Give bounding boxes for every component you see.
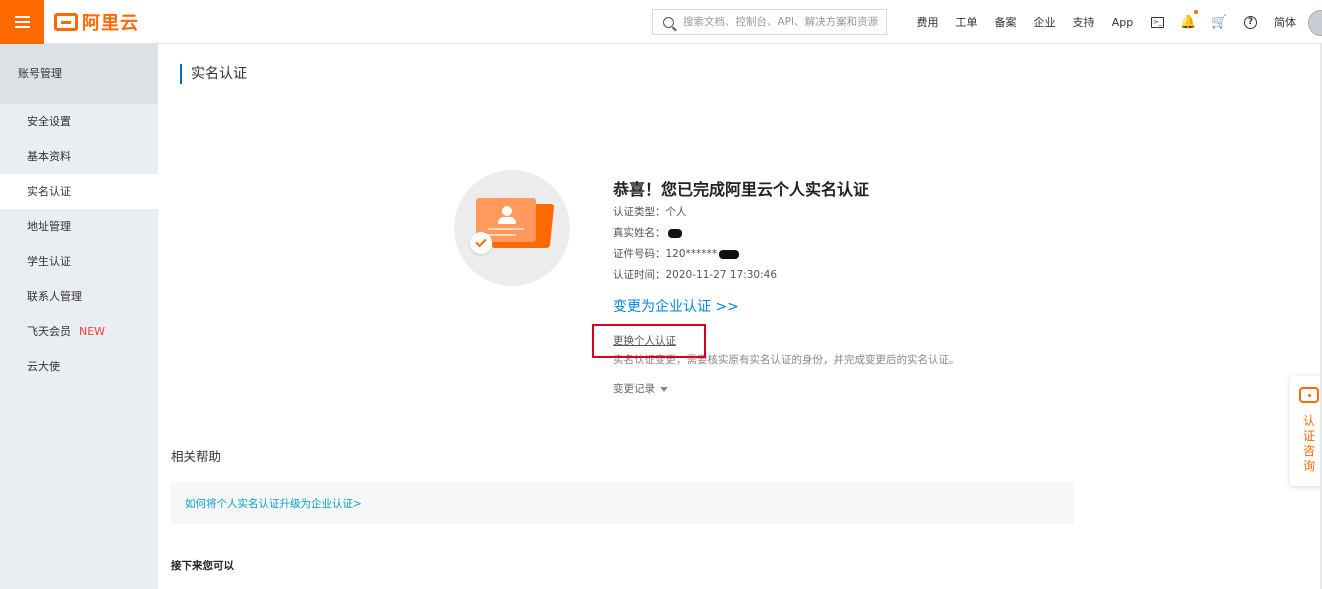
sidebar-item-security[interactable]: 安全设置 bbox=[0, 104, 158, 139]
sidebar-item-address[interactable]: 地址管理 bbox=[0, 209, 158, 244]
verified-id-illustration bbox=[454, 170, 570, 286]
id-number-row: 证件号码：120****** bbox=[613, 244, 869, 265]
redaction-mark bbox=[719, 249, 740, 259]
terminal-icon[interactable]: >_ bbox=[1142, 0, 1173, 44]
bell-icon[interactable]: 🔔 bbox=[1173, 0, 1204, 44]
help-box: 如何将个人实名认证升级为企业认证> bbox=[171, 482, 1074, 524]
help-section-title: 相关帮助 bbox=[171, 449, 222, 464]
logo-mark-icon bbox=[54, 13, 78, 31]
real-name-label: 真实姓名： bbox=[613, 227, 666, 239]
top-bar: 阿里云 费用 工单 备案 企业 支持 App >_ 🔔 🛒 ? 简体 bbox=[0, 0, 1322, 44]
sidebar-item-membership[interactable]: 飞天会员 NEW bbox=[0, 314, 158, 349]
nav-ticket[interactable]: 工单 bbox=[947, 14, 986, 30]
nav-support[interactable]: 支持 bbox=[1064, 14, 1103, 30]
history-label: 变更记录 bbox=[613, 383, 655, 395]
search-input[interactable] bbox=[683, 16, 883, 28]
help-icon[interactable]: ? bbox=[1235, 0, 1266, 44]
nav-app[interactable]: App bbox=[1103, 16, 1142, 29]
logo-text: 阿里云 bbox=[82, 13, 139, 34]
sidebar-item-realname[interactable]: 实名认证 bbox=[0, 174, 158, 209]
sidebar-item-label: 飞天会员 bbox=[27, 325, 71, 338]
notification-dot bbox=[1194, 10, 1198, 14]
language-switch[interactable]: 简体 bbox=[1274, 14, 1296, 30]
page-title: 实名认证 bbox=[180, 64, 247, 84]
nav-fee[interactable]: 费用 bbox=[908, 14, 947, 30]
menu-icon[interactable] bbox=[0, 0, 44, 44]
auth-time: 认证时间：2020-11-27 17:30:46 bbox=[613, 269, 778, 281]
consult-label: 认证咨询 bbox=[1303, 414, 1316, 473]
avatar[interactable] bbox=[1308, 10, 1322, 36]
result-panel: 恭喜！您已完成阿里云个人实名认证 认证类型：个人 真实姓名： 证件号码：120*… bbox=[613, 178, 960, 395]
check-icon bbox=[470, 232, 492, 254]
real-name-row: 真实姓名： bbox=[613, 223, 869, 244]
sidebar-item-profile[interactable]: 基本资料 bbox=[0, 139, 158, 174]
new-badge: NEW bbox=[79, 325, 106, 338]
sidebar-item-ambassador[interactable]: 云大使 bbox=[0, 349, 158, 384]
auth-type: 认证类型：个人 bbox=[613, 206, 687, 218]
consult-icon bbox=[1299, 387, 1319, 403]
upgrade-enterprise-link[interactable]: 变更为企业认证 >> bbox=[613, 297, 869, 317]
consult-widget[interactable]: 认证咨询 bbox=[1290, 376, 1322, 486]
highlight-box bbox=[592, 324, 706, 358]
cart-icon[interactable]: 🛒 bbox=[1204, 0, 1235, 44]
aliyun-logo[interactable]: 阿里云 bbox=[54, 10, 139, 34]
redaction-mark bbox=[667, 228, 682, 238]
sidebar-item-student[interactable]: 学生认证 bbox=[0, 244, 158, 279]
next-steps-title: 接下来您可以 bbox=[171, 560, 234, 572]
result-title: 恭喜！您已完成阿里云个人实名认证 bbox=[613, 180, 870, 199]
top-nav: 费用 工单 备案 企业 支持 App >_ 🔔 🛒 ? 简体 bbox=[908, 0, 1296, 44]
sidebar: 账号管理 安全设置 基本资料 实名认证 地址管理 学生认证 联系人管理 飞天会员… bbox=[0, 44, 158, 589]
search-icon bbox=[663, 16, 674, 28]
history-toggle[interactable]: 变更记录 bbox=[613, 381, 668, 396]
caret-down-icon bbox=[660, 386, 668, 392]
nav-icp[interactable]: 备案 bbox=[986, 14, 1025, 30]
search-box[interactable] bbox=[652, 9, 887, 35]
id-number: 证件号码：120****** bbox=[613, 248, 718, 260]
sidebar-item-contacts[interactable]: 联系人管理 bbox=[0, 279, 158, 314]
sidebar-list: 安全设置 基本资料 实名认证 地址管理 学生认证 联系人管理 飞天会员 NEW 云… bbox=[0, 104, 158, 384]
nav-enterprise[interactable]: 企业 bbox=[1025, 14, 1064, 30]
sidebar-title: 账号管理 bbox=[0, 44, 158, 104]
help-link[interactable]: 如何将个人实名认证升级为企业认证> bbox=[185, 496, 362, 511]
